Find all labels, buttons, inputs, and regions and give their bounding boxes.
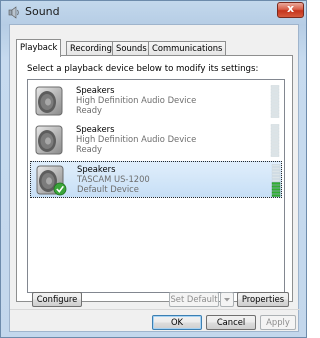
tab-playback[interactable]: Playback xyxy=(16,39,62,57)
title-bar[interactable]: Sound x xyxy=(1,1,306,23)
tab-sounds[interactable]: Sounds xyxy=(112,41,151,56)
playback-panel: Select a playback device below to modify… xyxy=(16,55,293,302)
set-default-label: Set Default xyxy=(170,294,218,304)
device-description: High Definition Audio Device xyxy=(76,134,197,144)
volume-meter xyxy=(270,85,280,118)
tab-communications[interactable]: Communications xyxy=(148,41,227,56)
speaker-icon xyxy=(35,125,63,155)
window-title: Sound xyxy=(25,5,60,18)
list-item-device-1[interactable]: Speakers High Definition Audio Device Re… xyxy=(30,83,282,120)
properties-label: Properties xyxy=(241,294,285,304)
speaker-icon xyxy=(35,86,63,116)
device-name: Speakers xyxy=(76,85,115,95)
volume-meter xyxy=(271,164,281,197)
properties-button[interactable]: Properties xyxy=(237,292,289,307)
cancel-button[interactable]: Cancel xyxy=(206,315,256,330)
set-default-dropdown-button[interactable] xyxy=(220,292,234,307)
configure-button[interactable]: Configure xyxy=(32,292,82,307)
device-description: High Definition Audio Device xyxy=(76,95,197,105)
instruction-text: Select a playback device below to modify… xyxy=(27,64,259,74)
apply-button[interactable]: Apply xyxy=(260,315,296,330)
dialog-client-area: Playback Recording Sounds Communications… xyxy=(9,24,300,332)
device-status: Ready xyxy=(76,105,102,115)
list-item-device-2[interactable]: Speakers High Definition Audio Device Re… xyxy=(30,122,282,159)
configure-label: Configure xyxy=(36,294,78,304)
set-default-button[interactable]: Set Default xyxy=(169,292,219,307)
tab-recording[interactable]: Recording xyxy=(66,41,116,56)
default-check-icon xyxy=(53,182,67,196)
chevron-down-icon xyxy=(224,298,230,302)
device-name: Speakers xyxy=(77,164,116,174)
device-status: Default Device xyxy=(77,184,139,194)
sound-app-icon xyxy=(8,6,19,19)
device-list[interactable]: Speakers High Definition Audio Device Re… xyxy=(27,79,285,293)
volume-meter xyxy=(270,124,280,157)
close-button[interactable]: x xyxy=(277,2,304,18)
speaker-icon xyxy=(36,165,67,196)
close-icon: x xyxy=(286,2,295,15)
ok-button[interactable]: OK xyxy=(152,315,202,330)
device-status: Ready xyxy=(76,144,102,154)
list-item-device-3[interactable]: Speakers TASCAM US-1200 Default Device xyxy=(30,161,282,198)
device-description: TASCAM US-1200 xyxy=(77,174,150,184)
device-name: Speakers xyxy=(76,124,115,134)
sound-dialog: Sound x Playback Recording Sounds Commun… xyxy=(0,0,307,338)
separator xyxy=(10,309,300,310)
